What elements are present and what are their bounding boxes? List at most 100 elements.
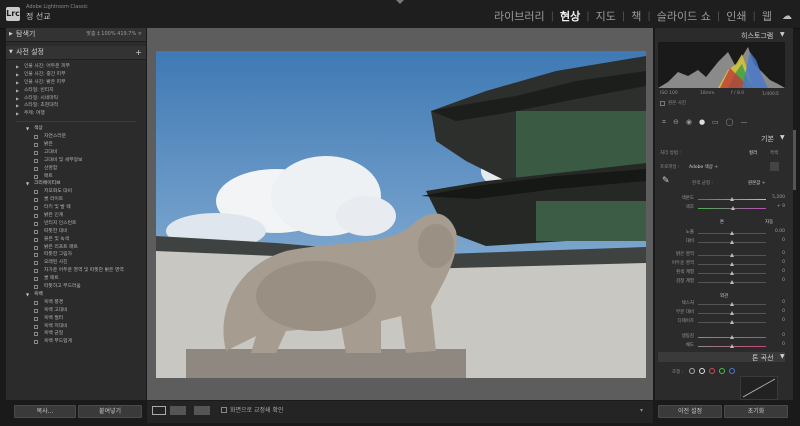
wb-select[interactable]: 원본값 ÷ [748,180,766,186]
preset-item[interactable]: 밝은 인계 [6,212,146,220]
preset-group[interactable]: ▼ 크리에이티브 [6,180,146,188]
slider-knob[interactable] [730,280,734,284]
preset-item[interactable]: 흑백 고대비 [6,307,146,315]
brush-tool-icon[interactable]: — [741,118,748,126]
preset-item[interactable]: 자연스러운 [6,133,146,141]
loupe-view-button[interactable] [152,406,166,415]
navigator-zoom-options[interactable]: 맞춤 ‡ 100% 419.7% ≑ [86,28,142,41]
before-after-button[interactable] [170,406,186,415]
module-develop[interactable]: 현상 [554,8,586,24]
slider-knob[interactable] [730,311,734,315]
presets-header[interactable]: ▼ 사전 설정 + [6,46,146,60]
module-map[interactable]: 지도 [590,8,622,24]
preset-folder[interactable]: ▶ 스타일: 초현대적 [6,102,146,110]
preset-folder[interactable]: ▶ 인물 사진: 중간 피부 [6,71,146,79]
auto-button[interactable]: 자동 [765,219,773,225]
slider-knob[interactable] [730,262,734,266]
spot-removal-icon[interactable]: ⊖ [673,118,679,126]
slider-value[interactable]: 0 [767,318,785,323]
preset-item[interactable]: 흑백 저대비 [6,323,146,331]
slider-knob[interactable] [730,320,734,324]
preset-item[interactable]: 저포화도 대비 [6,188,146,196]
module-slideshow[interactable]: 슬라이드 쇼 [651,8,717,24]
preset-item[interactable]: 밝은 [6,141,146,149]
module-web[interactable]: 웹 [756,8,778,24]
slider-value[interactable]: 0 [767,278,785,283]
slider-value[interactable]: 0 [767,260,785,265]
preset-item[interactable]: 쿨 매트 [6,275,146,283]
preset-item[interactable]: 따뜻한 그림자 [6,251,146,259]
module-print[interactable]: 인쇄 [720,8,752,24]
green-curve-icon[interactable] [719,368,725,374]
collapse-top-icon[interactable] [396,0,404,4]
slider-value[interactable]: 0 [767,300,785,305]
toolbar-menu-icon[interactable]: ▾ [640,407,643,414]
profile-browser-icon[interactable] [770,162,779,171]
treatment-bw[interactable]: 흑백 [770,150,778,156]
preset-folder[interactable]: ▶ 주제: 여행 [6,110,146,118]
preset-item[interactable]: 붉은 및 녹색 [6,236,146,244]
basic-collapse-icon[interactable]: ▼ [780,134,785,141]
slider-knob[interactable] [730,302,734,306]
preset-item[interactable]: 쿨 라이트 [6,196,146,204]
parametric-curve-icon[interactable] [689,368,695,374]
profile-select[interactable]: Adobe 색상 ÷ [689,164,718,170]
preset-item[interactable]: 흑백 균일 [6,330,146,338]
preset-item[interactable]: 흑백 풍경 [6,299,146,307]
right-panel-scrollbar[interactable] [793,130,796,190]
paste-button[interactable]: 붙여넣기 [78,405,142,418]
preset-folder[interactable]: ▶ 인물 사진: 밝은 피부 [6,79,146,87]
preset-folder[interactable]: ▶ 스타일: 빈티지 [6,87,146,95]
preset-item[interactable]: 고대비 및 세부정보 [6,157,146,165]
treatment-color[interactable]: 컬러 [749,150,757,156]
preset-item[interactable]: 매트 [6,173,146,181]
slider-value[interactable]: 0 [767,269,785,274]
slider-value[interactable]: 0 [767,333,785,338]
masking-tool-icon[interactable]: ● [699,118,705,126]
rgb-curve-icon[interactable] [699,368,705,374]
slider-value[interactable]: + 9 [767,204,785,209]
slider-knob[interactable] [730,253,734,257]
reset-button[interactable]: 초기화 [724,405,788,418]
preset-item[interactable]: 따뜻한 대비 [6,228,146,236]
preset-item[interactable]: 타키 및 발 웨 [6,204,146,212]
blue-curve-icon[interactable] [729,368,735,374]
photo-haechi-statue[interactable] [156,51,646,378]
slider-value[interactable]: 5,200 [767,195,785,200]
slider-knob[interactable] [730,271,734,275]
preset-item[interactable]: 빈티지 인스턴트 [6,220,146,228]
tone-curve-collapse-icon[interactable]: ▼ [780,353,785,360]
navigator-header[interactable]: ▶ 탐색기 맞춤 ‡ 100% 419.7% ≑ [6,28,146,42]
wb-eyedropper-icon[interactable]: ✎ [662,176,670,186]
softproof-checkbox[interactable] [221,407,227,413]
slider-value[interactable]: 0.00 [767,229,785,234]
before-after-split-button[interactable] [194,406,210,415]
redeye-tool-icon[interactable]: ◉ [686,118,692,126]
module-library[interactable]: 라이브러리 [488,8,551,24]
preset-item[interactable]: 밝은 리프트 매트 [6,244,146,252]
module-book[interactable]: 책 [625,8,647,24]
slider-knob[interactable] [730,240,734,244]
histogram-collapse-icon[interactable]: ▼ [780,31,785,38]
radial-filter-icon[interactable]: ◯ [726,118,734,126]
tone-curve-graph[interactable] [740,376,778,400]
original-photo-checkbox[interactable] [660,101,665,106]
previous-settings-button[interactable]: 이전 설정 [658,405,722,418]
preset-folder[interactable]: ▶ 인물 사진: 어두운 피부 [6,63,146,71]
preset-item[interactable]: 차가운 어두운 영역 및 따뜻한 밝은 영역 [6,267,146,275]
preset-group[interactable]: ▼ 색상 [6,125,146,133]
copy-button[interactable]: 복사... [14,405,76,418]
graduated-filter-icon[interactable]: ▭ [712,118,719,126]
preset-folder[interactable]: ▶ 스타일: 시네마틱 [6,95,146,103]
slider-value[interactable]: 0 [767,238,785,243]
slider-knob[interactable] [730,335,734,339]
preset-item[interactable]: 선명함 [6,165,146,173]
preset-item[interactable]: 흑백 부드럽게 [6,338,146,346]
preset-item[interactable]: 고대비 [6,149,146,157]
slider-value[interactable]: 0 [767,309,785,314]
preset-item[interactable]: 따뜻하고 부드러움 [6,283,146,291]
red-curve-icon[interactable] [709,368,715,374]
slider-knob[interactable] [730,197,734,201]
slider-value[interactable]: 0 [767,342,785,347]
slider-knob[interactable] [730,344,734,348]
